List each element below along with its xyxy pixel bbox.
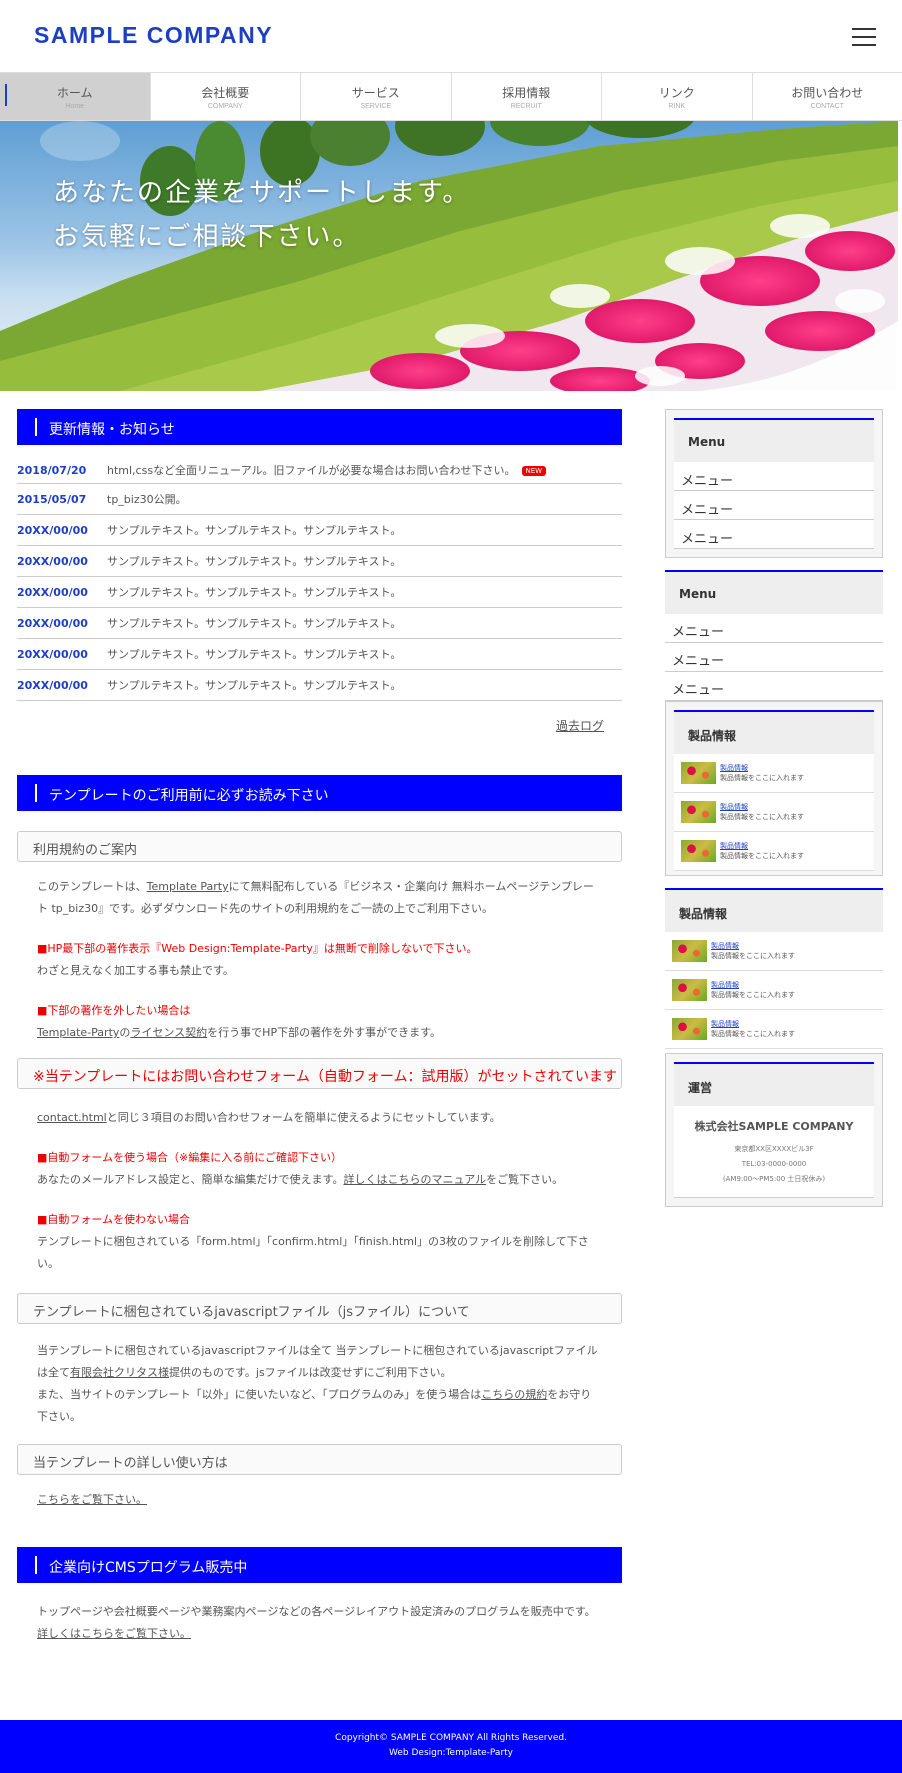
nav-item-contact[interactable]: お問い合わせ CONTACT [752,73,902,120]
hero-catchcopy: あなたの企業をサポートします。 お気軽にご相談下さい。 [53,178,471,252]
cms-link[interactable]: 詳しくはこちらをご覧下さい。 [37,1627,191,1640]
nav-item-company[interactable]: 会社概要 COMPANY [150,73,301,120]
product-item[interactable]: 製品情報 製品情報をここに入れます [674,793,874,832]
product-box: 製品情報 製品情報 製品情報をここに入れます 製品情報 製品情報をここに入れます 製… [665,701,883,876]
product-thumbnail [672,1018,707,1040]
credit-warning-note: わざと見えなく加工する事も禁止です。 [37,964,234,977]
template-party-link[interactable]: Template Party [147,880,229,893]
cms-heading: 企業向けCMSプログラム販売中 [17,1547,622,1583]
sidebar: Menu メニュー メニュー メニュー Menu メニュー メニュー メニュー … [665,409,883,1207]
autoform-use-heading: ■自動フォームを使う場合（※編集に入る前にご確認下さい） [37,1151,343,1164]
product-item[interactable]: 製品情報 製品情報をここに入れます [665,971,883,1010]
sidebar-menu-item[interactable]: メニュー [674,462,874,491]
kuritasu-link[interactable]: 有限会社クリタス様 [70,1366,169,1379]
product-thumbnail [672,979,707,1001]
product-title: 製品情報 [674,710,874,754]
nav-item-recruit[interactable]: 採用情報 RECRUIT [451,73,602,120]
cms-paragraph: トップページや会社概要ページや業務案内ページなどの各ページレイアウト設定済みのプ… [37,1605,596,1640]
usage-paragraph: こちらをご覧下さい。 [17,1489,622,1511]
contact-html-link[interactable]: contact.html [37,1111,107,1124]
global-nav: ホーム Home 会社概要 COMPANY サービス SERVICE 採用情報 RECR… [0,72,902,121]
notice-heading: テンプレートのご利用前に必ずお読み下さい [17,775,622,811]
operator-info: 株式会社SAMPLE COMPANY 東京都XX区XXXXビル3F TEL:03… [674,1106,874,1198]
news-row: 20XX/00/00 サンプルテキスト。サンプルテキスト。サンプルテキスト。 [17,670,622,701]
past-log-link[interactable]: 過去ログ [17,717,604,747]
main-content: 更新情報・お知らせ 2018/07/20 html,cssなど全面リニューアル。旧… [17,409,622,1645]
operator-box: 運営 株式会社SAMPLE COMPANY 東京都XX区XXXXビル3F TEL… [665,1053,883,1207]
sidebar-menu-box-2: Menu メニュー メニュー メニュー [665,570,883,701]
js-paragraph: 当テンプレートに梱包されているjavascriptファイルは全て 当テンプレート… [37,1344,598,1423]
product-title: 製品情報 [665,888,883,932]
sidebar-menu-box: Menu メニュー メニュー メニュー [665,409,883,558]
credit-remove-paragraph: Template-Partyのライセンス契約を行う事でHP下部の著作を外す事がで… [37,1026,441,1039]
sidebar-menu-item[interactable]: メニュー [665,643,883,672]
sidebar-menu-title: Menu [674,418,874,462]
template-party-link-2[interactable]: Template-Party [37,1026,119,1039]
product-box-2: 製品情報 製品情報 製品情報をここに入れます 製品情報 製品情報をここに入れます 製… [665,888,883,1049]
usage-link[interactable]: こちらをご覧下さい。 [37,1493,147,1506]
news-heading: 更新情報・お知らせ [17,409,622,445]
autoform-nouse-heading: ■自動フォームを使わない場合 [37,1213,191,1226]
terms-paragraph: このテンプレートは、Template Partyにて無料配布している『ビジネス・… [37,880,594,915]
credit-warning: ■HP最下部の著作表示『Web Design:Template-Party』は無… [37,942,478,955]
product-item[interactable]: 製品情報 製品情報をここに入れます [665,1010,883,1049]
nav-item-service[interactable]: サービス SERVICE [301,73,452,120]
nav-item-link[interactable]: リンク RINK [602,73,753,120]
credit-remove-heading: ■下部の著作を外したい場合は [37,1004,191,1017]
form-paragraph: contact.htmlと同じ３項目のお問い合わせフォームを簡単に使えるようにセ… [37,1111,501,1124]
news-row: 2015/05/07 tp_biz30公開。 [17,484,622,515]
usage-heading: 当テンプレートの詳しい使い方は [17,1444,622,1475]
sidebar-menu-title: Menu [665,570,883,614]
sidebar-menu-item[interactable]: メニュー [665,614,883,643]
product-item[interactable]: 製品情報 製品情報をここに入れます [674,832,874,871]
license-link[interactable]: ライセンス契約 [130,1026,207,1039]
copyright: Copyright© SAMPLE COMPANY All Rights Res… [335,1733,567,1743]
news-row: 2018/07/20 html,cssなど全面リニューアル。旧ファイルが必要な場合… [17,457,622,484]
product-item[interactable]: 製品情報 製品情報をここに入れます [665,932,883,971]
product-item[interactable]: 製品情報 製品情報をここに入れます [674,754,874,793]
manual-link[interactable]: 詳しくはこちらのマニュアル [343,1173,486,1186]
news-row: 20XX/00/00 サンプルテキスト。サンプルテキスト。サンプルテキスト。 [17,577,622,608]
header: SAMPLE COMPANY [0,0,902,72]
form-heading: ※当テンプレートにはお問い合わせフォーム（自動フォーム：試用版）がセットされてい… [17,1058,622,1089]
product-thumbnail [681,762,716,784]
sidebar-menu-item[interactable]: メニュー [674,491,874,520]
product-thumbnail [681,840,716,862]
news-row: 20XX/00/00 サンプルテキスト。サンプルテキスト。サンプルテキスト。 [17,639,622,670]
operator-title: 運営 [674,1062,874,1106]
design-credit-link[interactable]: Web Design:Template-Party [0,1746,902,1761]
nav-item-home[interactable]: ホーム Home [0,73,151,120]
news-row: 20XX/00/00 サンプルテキスト。サンプルテキスト。サンプルテキスト。 [17,546,622,577]
new-badge: NEW [521,466,547,476]
autoform-nouse-paragraph: テンプレートに梱包されている「form.html」「confirm.html」「… [37,1235,589,1270]
product-thumbnail [681,801,716,823]
news-row: 20XX/00/00 サンプルテキスト。サンプルテキスト。サンプルテキスト。 [17,608,622,639]
news-list: 2018/07/20 html,cssなど全面リニューアル。旧ファイルが必要な場合… [17,457,622,701]
hero-image: あなたの企業をサポートします。 お気軽にご相談下さい。 [0,121,898,391]
hamburger-menu-icon[interactable] [852,28,876,46]
site-logo[interactable]: SAMPLE COMPANY [34,22,273,49]
autoform-use-paragraph: あなたのメールアドレス設定と、簡単な編集だけで使えます。詳しくはこちらのマニュア… [37,1173,564,1186]
terms-heading: 利用規約のご案内 [17,831,622,862]
product-thumbnail [672,940,707,962]
news-row: 20XX/00/00 サンプルテキスト。サンプルテキスト。サンプルテキスト。 [17,515,622,546]
footer: Copyright© SAMPLE COMPANY All Rights Res… [0,1720,902,1773]
rules-link[interactable]: こちらの規約 [481,1388,547,1401]
sidebar-menu-item[interactable]: メニュー [674,520,874,549]
js-heading: テンプレートに梱包されているjavascriptファイル（jsファイル）について [17,1293,622,1324]
sidebar-menu-item[interactable]: メニュー [665,672,883,701]
